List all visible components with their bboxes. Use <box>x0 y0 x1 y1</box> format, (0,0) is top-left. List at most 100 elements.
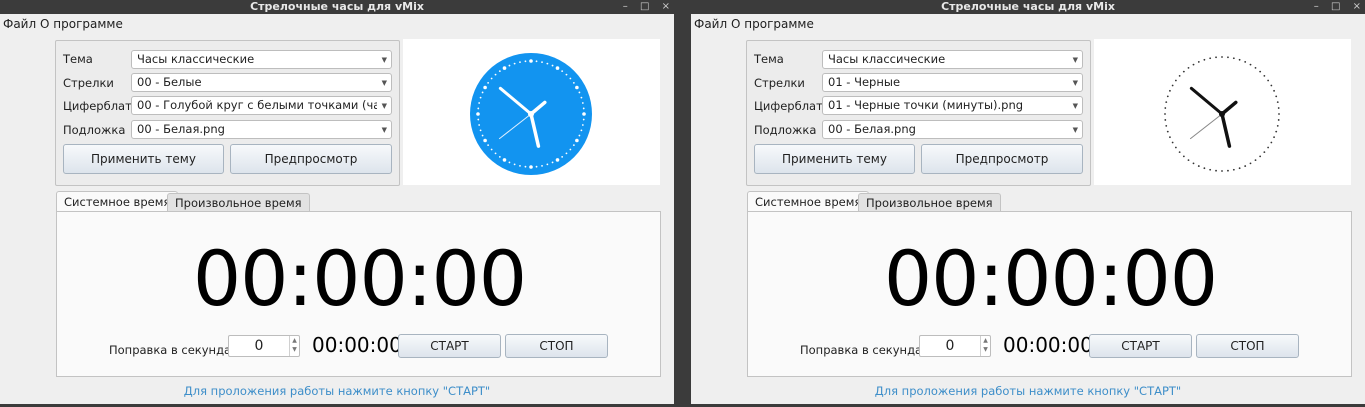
clock-tick-dot <box>478 102 481 104</box>
correction-label: Поправка в секундах: <box>800 343 933 357</box>
window-titlebar[interactable]: Стрелочные часы для vMix – □ × <box>691 0 1365 14</box>
app-window: Стрелочные часы для vMix – □ × Файл О пр… <box>691 0 1365 407</box>
clock-tick-dot <box>1259 155 1262 158</box>
clock-tick-dot <box>1174 146 1177 149</box>
close-icon[interactable]: × <box>1353 1 1361 12</box>
clock-tick-dot <box>581 102 584 104</box>
clock-tick-dot <box>1178 151 1181 154</box>
stop-button[interactable]: СТОП <box>505 334 608 358</box>
hands-label: Стрелки <box>754 76 805 90</box>
clock-preview-graphic <box>1164 56 1280 172</box>
close-icon[interactable]: × <box>662 1 670 12</box>
clock-tick-dot <box>1171 84 1174 87</box>
clock-tick-dot <box>1197 61 1200 63</box>
clock-tick-dot <box>1203 167 1206 170</box>
apply-theme-button[interactable]: Применить тему <box>754 144 915 174</box>
clock-tick-dot <box>481 91 484 94</box>
second-hand <box>1189 113 1223 140</box>
minimize-icon[interactable]: – <box>1314 1 1319 12</box>
chevron-down-icon: ▼ <box>381 126 387 134</box>
clock-tick-dot <box>1166 130 1169 133</box>
clock-tick-dot <box>1263 151 1266 154</box>
correction-spinbox[interactable]: 0 ▲ ▼ <box>919 335 991 357</box>
clock-tick-dot <box>580 129 583 132</box>
clock-tick-dot <box>1276 101 1279 104</box>
clock-tick-dot <box>529 59 533 63</box>
window-titlebar[interactable]: Стрелочные часы для vMix – □ × <box>0 0 674 14</box>
tab-custom-time[interactable]: Произвольное время <box>858 193 1001 212</box>
clock-tick-dot <box>575 138 579 143</box>
stop-button[interactable]: СТОП <box>1196 334 1299 358</box>
chevron-down-icon: ▼ <box>381 102 387 110</box>
tab-custom-time[interactable]: Произвольное время <box>167 193 310 212</box>
clock-tick-dot <box>1238 58 1241 61</box>
start-button[interactable]: СТАРТ <box>1089 334 1192 358</box>
tab-system-time[interactable]: Системное время <box>747 191 870 212</box>
clock-tick-dot <box>580 96 583 99</box>
clock-tick-dot <box>1275 95 1278 98</box>
clock-tick-dot <box>1221 56 1223 58</box>
backing-value: 00 - Белая.png <box>137 122 225 136</box>
clock-tick-dot <box>487 144 490 147</box>
apply-theme-button[interactable]: Применить тему <box>63 144 224 174</box>
app-window: Стрелочные часы для vMix – □ × Файл О пр… <box>0 0 674 407</box>
clock-tick-dot <box>524 60 527 63</box>
clock-tick-dot <box>490 77 493 80</box>
menu-about[interactable]: О программе <box>731 17 814 31</box>
maximize-icon[interactable]: □ <box>640 1 649 12</box>
minimize-icon[interactable]: – <box>623 1 628 12</box>
menu-about[interactable]: О программе <box>40 17 123 31</box>
clock-tick-dot <box>1164 107 1167 109</box>
clock-tick-dot <box>582 112 586 116</box>
clock-tick-dot <box>524 165 527 168</box>
status-message: Для проложения работы нажмите кнопку "СТ… <box>874 384 1182 398</box>
maximize-icon[interactable]: □ <box>1331 1 1340 12</box>
hands-value: 00 - Белые <box>137 75 202 89</box>
theme-config-group: Тема Часы классические ▼ Стрелки 00 - Бе… <box>55 40 400 186</box>
dial-select[interactable]: 01 - Черные точки (минуты).png ▼ <box>822 96 1083 115</box>
clock-tick-dot <box>1238 167 1241 170</box>
clock-tick-dot <box>1171 141 1174 144</box>
menu-file[interactable]: Файл <box>3 17 36 31</box>
clock-tick-dot <box>502 66 507 70</box>
backing-select[interactable]: 00 - Белая.png ▼ <box>131 120 392 139</box>
menu-file[interactable]: Файл <box>694 17 727 31</box>
preview-button[interactable]: Предпросмотр <box>230 144 392 174</box>
spin-arrows-icon[interactable]: ▲ ▼ <box>980 336 990 356</box>
chevron-down-icon: ▼ <box>381 79 387 87</box>
theme-select[interactable]: Часы классические ▼ <box>131 50 392 69</box>
spin-arrows-icon[interactable]: ▲ ▼ <box>289 336 299 356</box>
preview-button[interactable]: Предпросмотр <box>921 144 1083 174</box>
hour-hand-tail <box>1220 112 1232 148</box>
clock-tick-dot <box>483 85 487 90</box>
clock-tick-dot <box>1249 63 1252 66</box>
backing-value: 00 - Белая.png <box>828 122 916 136</box>
backing-label: Подложка <box>754 123 817 137</box>
theme-config-group: Тема Часы классические ▼ Стрелки 01 - Че… <box>746 40 1091 186</box>
clock-tick-dot <box>1275 130 1278 133</box>
clock-tick-dot <box>565 152 568 155</box>
clock-tick-dot <box>1187 159 1190 162</box>
theme-select[interactable]: Часы классические ▼ <box>822 50 1083 69</box>
clock-tick-dot <box>502 158 507 162</box>
menu-bar: Файл О программе <box>0 14 674 34</box>
clock-tick-dot <box>513 163 516 166</box>
hands-select[interactable]: 00 - Белые ▼ <box>131 73 392 92</box>
clock-tick-dot <box>1169 136 1171 139</box>
clock-tick-dot <box>561 70 564 73</box>
clock-tick-dot <box>1209 168 1212 171</box>
clock-tick-dot <box>1277 107 1280 109</box>
clock-tick-dot <box>519 61 521 64</box>
hands-select[interactable]: 01 - Черные ▼ <box>822 73 1083 92</box>
start-button[interactable]: СТАРТ <box>398 334 501 358</box>
correction-spinbox[interactable]: 0 ▲ ▼ <box>228 335 300 357</box>
clock-tick-dot <box>1165 101 1168 104</box>
dial-select[interactable]: 00 - Голубой круг с белыми точками (часы… <box>131 96 392 115</box>
tab-system-time[interactable]: Системное время <box>56 191 179 212</box>
clock-tick-dot <box>1270 141 1273 144</box>
backing-select[interactable]: 00 - Белая.png ▼ <box>822 120 1083 139</box>
clock-tick-dot <box>1244 61 1247 63</box>
clock-tick-dot <box>1215 56 1217 59</box>
hands-value: 01 - Черные <box>828 75 901 89</box>
chevron-down-icon: ▼ <box>381 56 387 64</box>
